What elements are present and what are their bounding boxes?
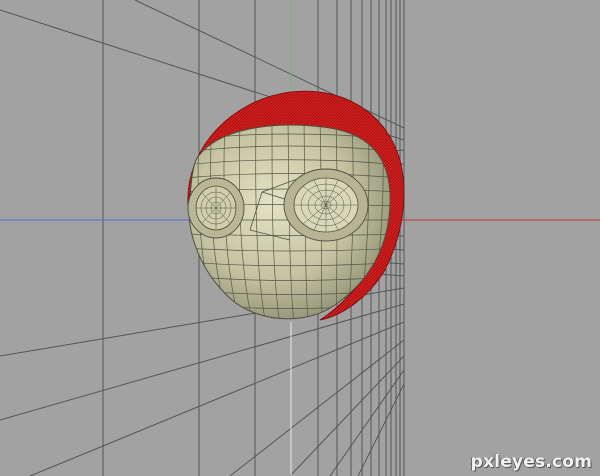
- 3d-viewport[interactable]: pxleyes.com: [0, 0, 600, 476]
- left-eye[interactable]: [187, 177, 245, 239]
- right-eye[interactable]: [283, 168, 369, 242]
- watermark-text: pxleyes.com: [470, 452, 592, 472]
- viewport-canvas[interactable]: [0, 0, 600, 476]
